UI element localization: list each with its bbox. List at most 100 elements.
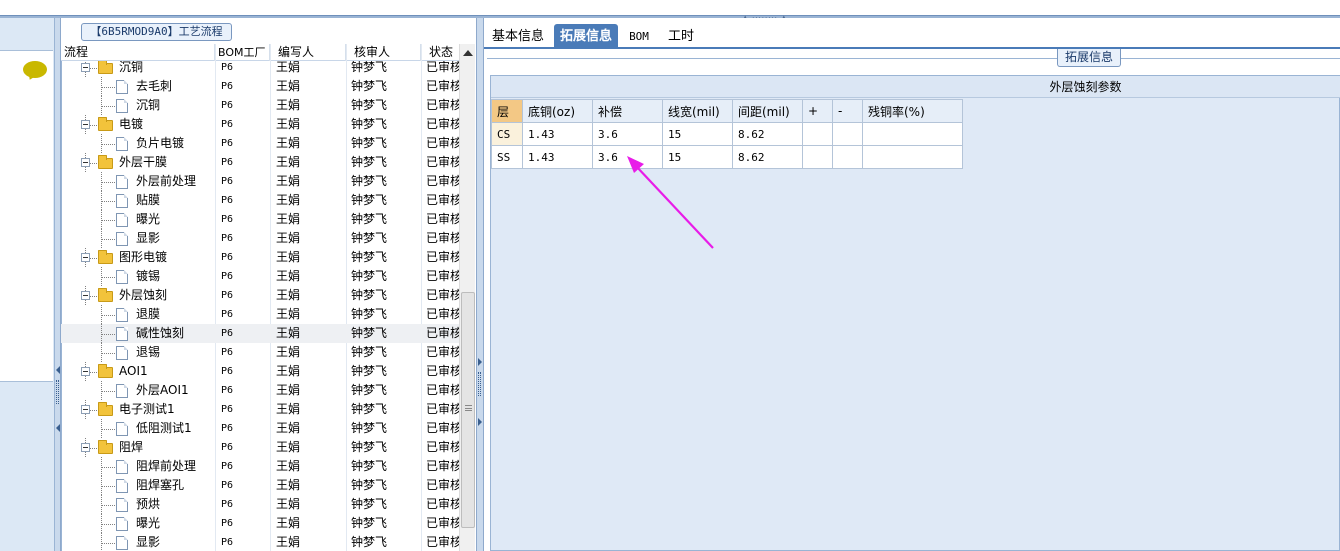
- tree-node-label[interactable]: 电镀: [119, 115, 143, 134]
- header-writer[interactable]: 编写人: [270, 44, 346, 61]
- collapse-left-arrow-icon[interactable]: [56, 366, 60, 374]
- tab-work-hours[interactable]: 工时: [660, 24, 702, 49]
- cell-plus[interactable]: [802, 145, 833, 169]
- header-bom-factory[interactable]: BOM工厂: [215, 44, 270, 61]
- header-checker[interactable]: 核审人: [346, 44, 421, 61]
- tree-collapse-icon[interactable]: [81, 367, 90, 376]
- table-row[interactable]: 负片电镀 P6 王娟 钟梦飞 已审核: [61, 134, 459, 153]
- cell-base-copper[interactable]: 1.43: [522, 145, 593, 169]
- table-row[interactable]: 碱性蚀刻 P6 王娟 钟梦飞 已审核: [61, 324, 459, 343]
- tab-bom[interactable]: BOM: [622, 24, 656, 49]
- tree-node-label[interactable]: 阻焊塞孔: [136, 476, 184, 495]
- tree-node-label[interactable]: 阻焊: [119, 438, 143, 457]
- tree-collapse-icon[interactable]: [81, 120, 90, 129]
- tree-node-label[interactable]: 退锡: [136, 343, 160, 362]
- header-status[interactable]: 状态: [421, 44, 459, 61]
- table-row[interactable]: 显影 P6 王娟 钟梦飞 已审核: [61, 229, 459, 248]
- cell-minus[interactable]: [832, 122, 863, 146]
- tree-collapse-icon[interactable]: [81, 291, 90, 300]
- tree-node-label[interactable]: 去毛刺: [136, 77, 172, 96]
- col-compensation[interactable]: 补偿: [592, 99, 663, 123]
- tree-collapse-icon[interactable]: [81, 253, 90, 262]
- tree-collapse-icon[interactable]: [81, 158, 90, 167]
- table-row[interactable]: 阻焊塞孔 P6 王娟 钟梦飞 已审核: [61, 476, 459, 495]
- cell-residual-copper[interactable]: [862, 145, 963, 169]
- middle-splitter-grip-icon[interactable]: [478, 372, 481, 396]
- col-plus[interactable]: +: [802, 99, 833, 123]
- col-line-width[interactable]: 线宽(mil): [662, 99, 733, 123]
- tree-node-label[interactable]: 电子测试1: [119, 400, 175, 419]
- table-row[interactable]: 阻焊 P6 王娟 钟梦飞 已审核: [61, 438, 459, 457]
- table-row[interactable]: 镀锡 P6 王娟 钟梦飞 已审核: [61, 267, 459, 286]
- tab-extended-info[interactable]: 拓展信息: [554, 24, 618, 49]
- tree-node-label[interactable]: 沉铜: [136, 96, 160, 115]
- tree-node-label[interactable]: 外层前处理: [136, 172, 196, 191]
- col-base-copper[interactable]: 底铜(oz): [522, 99, 593, 123]
- table-row[interactable]: 低阻测试1 P6 王娟 钟梦飞 已审核: [61, 419, 459, 438]
- table-row[interactable]: 显影 P6 王娟 钟梦飞 已审核: [61, 533, 459, 551]
- col-spacing[interactable]: 间距(mil): [732, 99, 803, 123]
- tree-node-label[interactable]: 贴膜: [136, 191, 160, 210]
- collapse-left-arrow-icon[interactable]: [56, 424, 60, 432]
- col-minus[interactable]: -: [832, 99, 863, 123]
- table-row[interactable]: 电镀 P6 王娟 钟梦飞 已审核: [61, 115, 459, 134]
- tree-node-label[interactable]: 退膜: [136, 305, 160, 324]
- table-row[interactable]: 阻焊前处理 P6 王娟 钟梦飞 已审核: [61, 457, 459, 476]
- cell-residual-copper[interactable]: [862, 122, 963, 146]
- speech-bubble-icon[interactable]: [23, 61, 47, 78]
- table-row[interactable]: 外层前处理 P6 王娟 钟梦飞 已审核: [61, 172, 459, 191]
- table-row[interactable]: 沉铜 P6 王娟 钟梦飞 已审核: [61, 61, 459, 77]
- left-splitter-grip-icon[interactable]: [56, 380, 59, 404]
- table-row[interactable]: 外层AOI1 P6 王娟 钟梦飞 已审核: [61, 381, 459, 400]
- table-row[interactable]: 退膜 P6 王娟 钟梦飞 已审核: [61, 305, 459, 324]
- tree-node-label[interactable]: AOI1: [119, 362, 148, 381]
- tree-node-label[interactable]: 低阻测试1: [136, 419, 192, 438]
- tree-node-label[interactable]: 显影: [136, 533, 160, 551]
- table-row[interactable]: 外层干膜 P6 王娟 钟梦飞 已审核: [61, 153, 459, 172]
- tree-node-label[interactable]: 外层蚀刻: [119, 286, 167, 305]
- header-process[interactable]: 流程: [61, 44, 215, 61]
- collapse-right-arrow-icon[interactable]: [478, 358, 482, 366]
- scroll-up-arrow-icon[interactable]: [463, 50, 473, 56]
- table-row[interactable]: 曝光 P6 王娟 钟梦飞 已审核: [61, 210, 459, 229]
- table-row[interactable]: 贴膜 P6 王娟 钟梦飞 已审核: [61, 191, 459, 210]
- cell-layer[interactable]: SS: [491, 145, 523, 169]
- tree-collapse-icon[interactable]: [81, 405, 90, 414]
- middle-splitter[interactable]: [476, 18, 484, 551]
- table-row[interactable]: 曝光 P6 王娟 钟梦飞 已审核: [61, 514, 459, 533]
- tree-node-label[interactable]: 曝光: [136, 210, 160, 229]
- tree-node-label[interactable]: 图形电镀: [119, 248, 167, 267]
- table-row[interactable]: 外层蚀刻 P6 王娟 钟梦飞 已审核: [61, 286, 459, 305]
- tree-node-label[interactable]: 显影: [136, 229, 160, 248]
- tree-node-label[interactable]: 负片电镀: [136, 134, 184, 153]
- cell-spacing[interactable]: 8.62: [732, 145, 803, 169]
- tree-node-label[interactable]: 外层干膜: [119, 153, 167, 172]
- cell-spacing[interactable]: 8.62: [732, 122, 803, 146]
- col-residual-copper[interactable]: 残铜率(%): [862, 99, 963, 123]
- table-row[interactable]: 沉铜 P6 王娟 钟梦飞 已审核: [61, 96, 459, 115]
- table-row[interactable]: 预烘 P6 王娟 钟梦飞 已审核: [61, 495, 459, 514]
- collapse-right-arrow-icon[interactable]: [478, 418, 482, 426]
- table-row[interactable]: 退锡 P6 王娟 钟梦飞 已审核: [61, 343, 459, 362]
- tree-node-label[interactable]: 阻焊前处理: [136, 457, 196, 476]
- tab-basic-info[interactable]: 基本信息: [486, 24, 550, 49]
- table-row[interactable]: AOI1 P6 王娟 钟梦飞 已审核: [61, 362, 459, 381]
- tree-collapse-icon[interactable]: [81, 63, 90, 72]
- scroll-thumb[interactable]: [461, 292, 475, 528]
- tree-node-label[interactable]: 曝光: [136, 514, 160, 533]
- tree-node-label[interactable]: 沉铜: [119, 61, 143, 77]
- table-row[interactable]: 图形电镀 P6 王娟 钟梦飞 已审核: [61, 248, 459, 267]
- cell-layer[interactable]: CS: [491, 122, 523, 146]
- cell-plus[interactable]: [802, 122, 833, 146]
- cell-base-copper[interactable]: 1.43: [522, 122, 593, 146]
- cell-minus[interactable]: [832, 145, 863, 169]
- tree-node-label[interactable]: 外层AOI1: [136, 381, 189, 400]
- tree-node-label[interactable]: 预烘: [136, 495, 160, 514]
- tree-node-label[interactable]: 镀锡: [136, 267, 160, 286]
- tree-vertical-scrollbar[interactable]: [459, 44, 475, 551]
- table-row[interactable]: 电子测试1 P6 王娟 钟梦飞 已审核: [61, 400, 459, 419]
- table-row[interactable]: 去毛刺 P6 王娟 钟梦飞 已审核: [61, 77, 459, 96]
- tree-collapse-icon[interactable]: [81, 443, 90, 452]
- tree-node-label[interactable]: 碱性蚀刻: [136, 324, 184, 343]
- col-layer[interactable]: 层: [491, 99, 523, 123]
